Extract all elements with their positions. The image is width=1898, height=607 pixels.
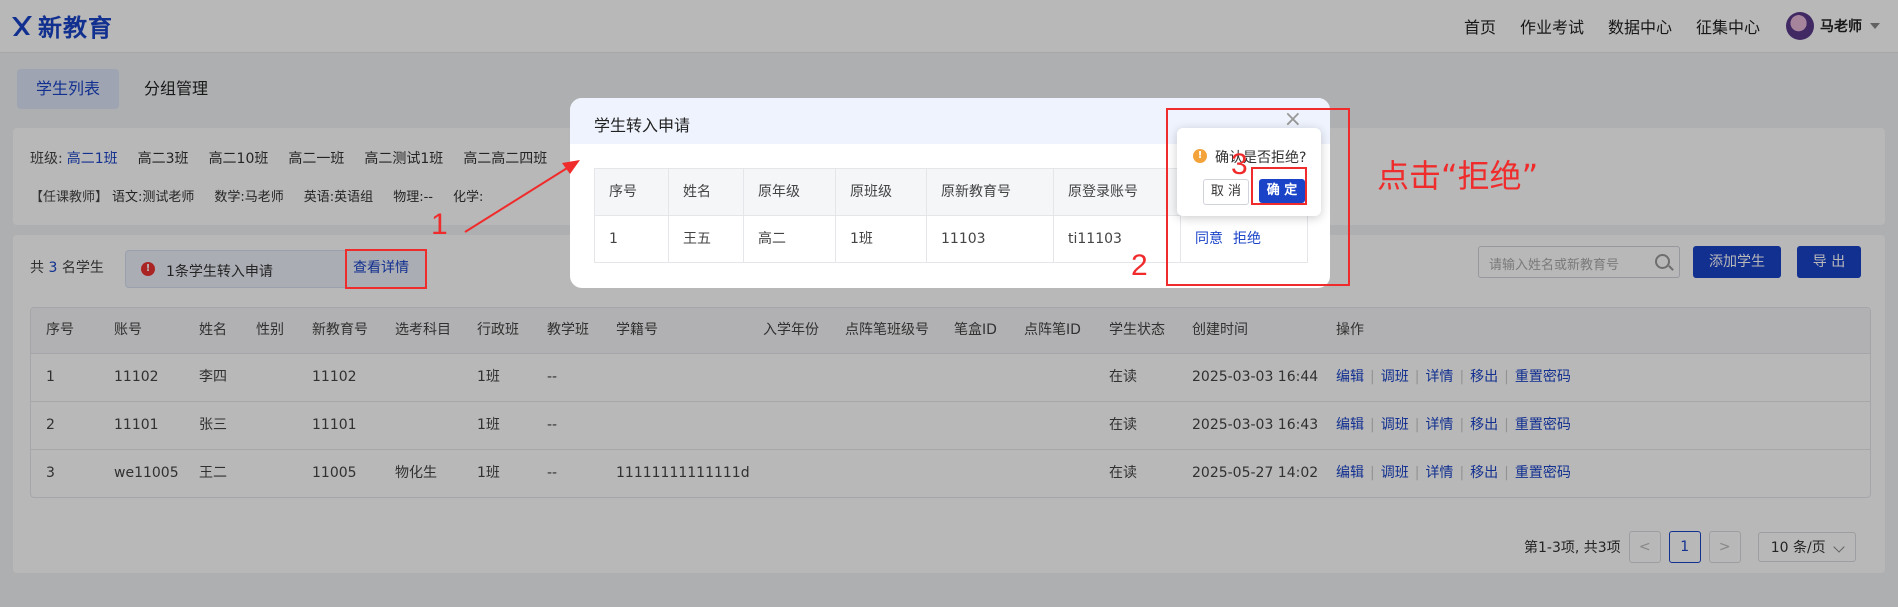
annotation-number-3: 3 [1231, 148, 1248, 181]
annotation-instruction: 点击“拒绝” [1377, 157, 1539, 195]
annotation-arrow [464, 160, 580, 233]
annotation-number-1: 1 [431, 208, 448, 241]
annotation-number-2: 2 [1131, 249, 1148, 282]
